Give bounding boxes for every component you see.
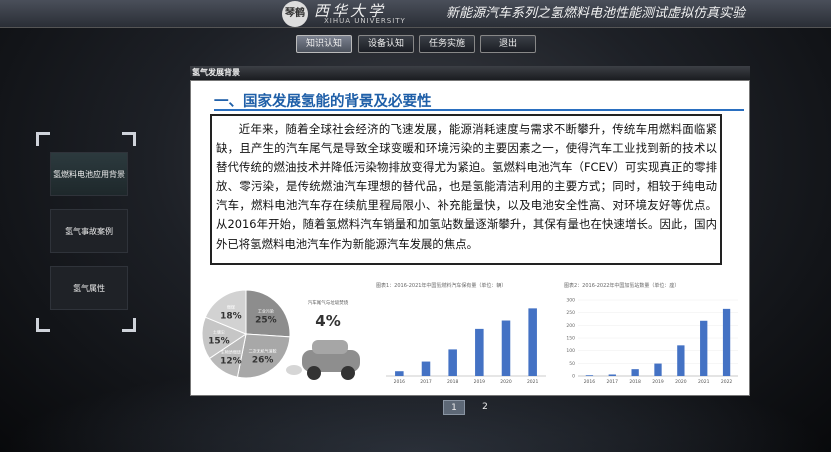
bar [700,320,708,376]
app-title: 新能源汽车系列之氢燃料电池性能测试虚拟仿真实验 [446,6,746,21]
bar [722,308,731,376]
nav-knowledge-button[interactable]: 知识认知 [296,35,352,53]
y-tick-label: 250 [566,310,575,316]
x-tick-label: 2018 [447,379,459,385]
x-tick-label: 2021 [527,379,539,385]
chart2-title: 图表2：2016-2022年中国加氢站数量（单位：座） [564,283,680,289]
heading-underline [214,109,744,111]
chart1-title: 图表1：2016-2021年中国氢燃料汽车保有量（单位：辆） [376,283,507,289]
x-tick-label: 2019 [652,379,664,385]
pie-value-label: 18% [220,311,242,321]
body-text: 近年来，随着全球社会经济的飞速发展，能源消耗速度与需求不断攀升，传统车用燃料面临… [210,114,722,265]
pie-vehicle-value: 4% [315,312,340,330]
bar [395,371,404,376]
pie-svg: 工业污染 25% 二次无机气溶胶 26% 生物质燃烧 12% 土壤尘 15% 燃煤 18% 汽车尾气… [201,289,360,380]
bar [528,308,537,376]
pie-value-label: 15% [208,337,230,347]
car-wheel-icon [307,366,321,380]
nav-exit-button[interactable]: 退出 [480,35,536,53]
pie-slice-label: 二次无机气溶胶 [249,348,277,354]
x-tick-label: 2016 [394,379,406,385]
pie-value-label: 12% [220,357,242,367]
sidebar-item-fuel-cell-background[interactable]: 氢燃料电池应用背景 [50,152,128,196]
pie-value-label: 25% [255,315,277,325]
bar [631,369,639,376]
exhaust-cloud-icon [286,365,302,375]
top-bar: 琴鹤 西华大学 XIHUA UNIVERSITY 新能源汽车系列之氢燃料电池性能… [0,0,831,28]
pie-vehicle-label: 汽车尾气与垃圾焚烧 [308,299,349,306]
bar [585,375,594,376]
pie-slice-label: 燃煤 [227,303,235,309]
chart2-svg: 0 50 100 150 200 250 300 2016 2017 2018 2019 2020 20… [566,298,738,385]
bar [448,349,457,376]
bar [608,374,616,376]
x-tick-label: 2019 [474,379,486,385]
y-tick-label: 0 [572,374,575,380]
page-2-button[interactable]: 2 [474,400,496,415]
y-tick-label: 300 [566,298,575,304]
bar [475,328,484,376]
panel-header: 氢气发展背景 [190,66,750,80]
x-tick-label: 2018 [629,379,641,385]
bar [421,361,431,376]
university-logo-icon: 琴鹤 [282,1,308,27]
x-tick-label: 2020 [500,379,512,385]
fcev-ownership-chart: 图表1：2016-2021年中国氢燃料汽车保有量（单位：辆） 2016 2017 2… [374,280,554,390]
x-tick-label: 2021 [698,379,710,385]
university-english-name: XIHUA UNIVERSITY [324,17,406,25]
x-tick-label: 2020 [675,379,687,385]
bar [677,345,685,376]
y-tick-label: 200 [566,323,575,329]
y-tick-label: 100 [566,348,575,354]
bar [501,320,511,376]
pollution-pie-chart: 工业污染 25% 二次无机气溶胶 26% 生物质燃烧 12% 土壤尘 15% 燃煤 18% 汽车尾气… [200,278,366,390]
sidebar-item-hydrogen-accidents[interactable]: 氢气事故案例 [50,209,128,253]
x-tick-label: 2017 [607,379,619,385]
nav-equipment-button[interactable]: 设备认知 [358,35,414,53]
sidebar-item-hydrogen-properties[interactable]: 氢气属性 [50,266,128,310]
car-wheel-icon [341,366,355,380]
hydrogen-station-chart: 图表2：2016-2022年中国加氢站数量（单位：座） 0 50 100 150 200… [562,280,744,390]
pie-slice [245,289,291,338]
nav-task-button[interactable]: 任务实施 [419,35,475,53]
car-roof-icon [312,340,348,354]
pie-slice-label: 土壤尘 [213,329,225,335]
page-1-button[interactable]: 1 [443,400,465,415]
pie-slice-label: 生物质燃烧 [221,349,241,355]
pie-slice-label: 工业污染 [258,307,274,313]
x-tick-label: 2016 [584,379,596,385]
y-tick-label: 150 [566,336,575,342]
pie-value-label: 26% [252,356,274,366]
section-heading: 一、国家发展氢能的背景及必要性 [214,94,432,110]
x-tick-label: 2017 [420,379,432,385]
bar [654,363,662,376]
x-tick-label: 2022 [721,379,733,385]
y-tick-label: 50 [569,361,575,367]
chart1-svg: 2016 2017 2018 2019 2020 2021 [386,308,546,385]
